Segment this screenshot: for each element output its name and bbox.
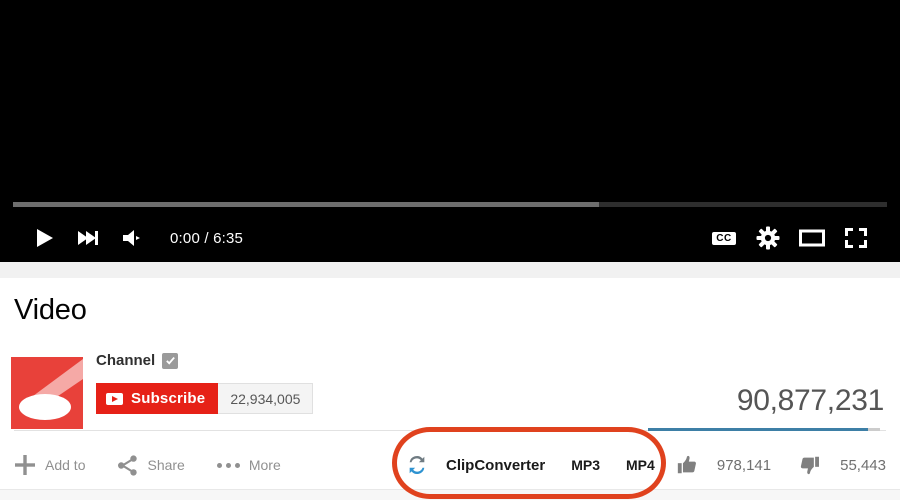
progress-loaded (13, 202, 599, 207)
player-controls-right: CC (702, 214, 878, 262)
volume-icon (123, 230, 140, 246)
like-ratio-bar (648, 428, 880, 431)
player-bottom-band (0, 262, 900, 278)
add-to-button[interactable]: Add to (14, 454, 85, 476)
clipconverter-mp3-button[interactable]: MP3 (571, 457, 600, 473)
youtube-watch-page: 0:00 / 6:35 CC Video Channel Subscribe 2… (0, 0, 900, 500)
share-label: Share (147, 457, 185, 473)
verified-badge-icon (162, 352, 179, 369)
next-track-icon (78, 231, 98, 245)
subscriber-count: 22,934,005 (218, 383, 314, 414)
subscribe-button[interactable]: Subscribe (96, 383, 219, 414)
youtube-play-icon (106, 392, 123, 405)
channel-name[interactable]: Channel (96, 352, 155, 369)
next-button[interactable] (66, 216, 110, 260)
gear-icon (756, 226, 780, 250)
play-icon (37, 229, 53, 247)
more-label: More (248, 457, 281, 473)
share-icon (117, 454, 138, 476)
check-icon (165, 356, 175, 365)
dislike-count: 55,443 (840, 456, 886, 474)
settings-button[interactable] (746, 216, 790, 260)
action-bar: Add to Share More (14, 444, 313, 486)
subscribe-label: Subscribe (131, 390, 206, 407)
player-controls-left: 0:00 / 6:35 (22, 214, 243, 262)
theater-mode-icon (799, 229, 825, 247)
volume-button[interactable] (110, 216, 154, 260)
share-button[interactable]: Share (117, 454, 185, 476)
page-title: Video (14, 294, 87, 326)
more-dots-icon (216, 462, 240, 468)
like-ratio-fill (648, 428, 869, 431)
progress-bar[interactable] (13, 202, 887, 207)
clipconverter-extension: ClipConverter MP3 MP4 (406, 444, 655, 486)
theater-button[interactable] (790, 216, 834, 260)
video-stage[interactable] (0, 0, 900, 196)
ratings-group: 978,141 55,443 (648, 444, 886, 486)
like-button[interactable]: 978,141 (676, 454, 771, 476)
time-display: 0:00 / 6:35 (170, 229, 244, 247)
subscribe-group: Subscribe 22,934,005 (96, 383, 314, 414)
like-count: 978,141 (716, 456, 772, 474)
fullscreen-button[interactable] (834, 216, 878, 260)
add-to-label: Add to (45, 457, 86, 473)
plus-icon (14, 454, 36, 476)
clipconverter-label[interactable]: ClipConverter (446, 457, 545, 474)
more-button[interactable]: More (216, 457, 281, 473)
avatar[interactable] (11, 357, 83, 429)
video-player[interactable]: 0:00 / 6:35 CC (0, 0, 900, 262)
thumbs-up-icon (676, 454, 698, 476)
view-count: 90,877,231 (736, 384, 884, 417)
dislike-button[interactable]: 55,443 (799, 454, 886, 476)
fullscreen-icon (845, 228, 867, 248)
watch-metadata: Video Channel Subscribe 22,934,005 90,87… (0, 278, 900, 500)
bottom-strip (0, 490, 900, 500)
avatar-artwork (19, 359, 83, 420)
player-controls: 0:00 / 6:35 CC (0, 214, 900, 262)
play-button[interactable] (22, 216, 66, 260)
captions-button[interactable]: CC (702, 216, 746, 260)
convert-arrows-icon (406, 454, 428, 476)
thumbs-down-icon (799, 454, 821, 476)
cc-icon: CC (712, 231, 736, 245)
channel-row: Channel (96, 352, 179, 369)
